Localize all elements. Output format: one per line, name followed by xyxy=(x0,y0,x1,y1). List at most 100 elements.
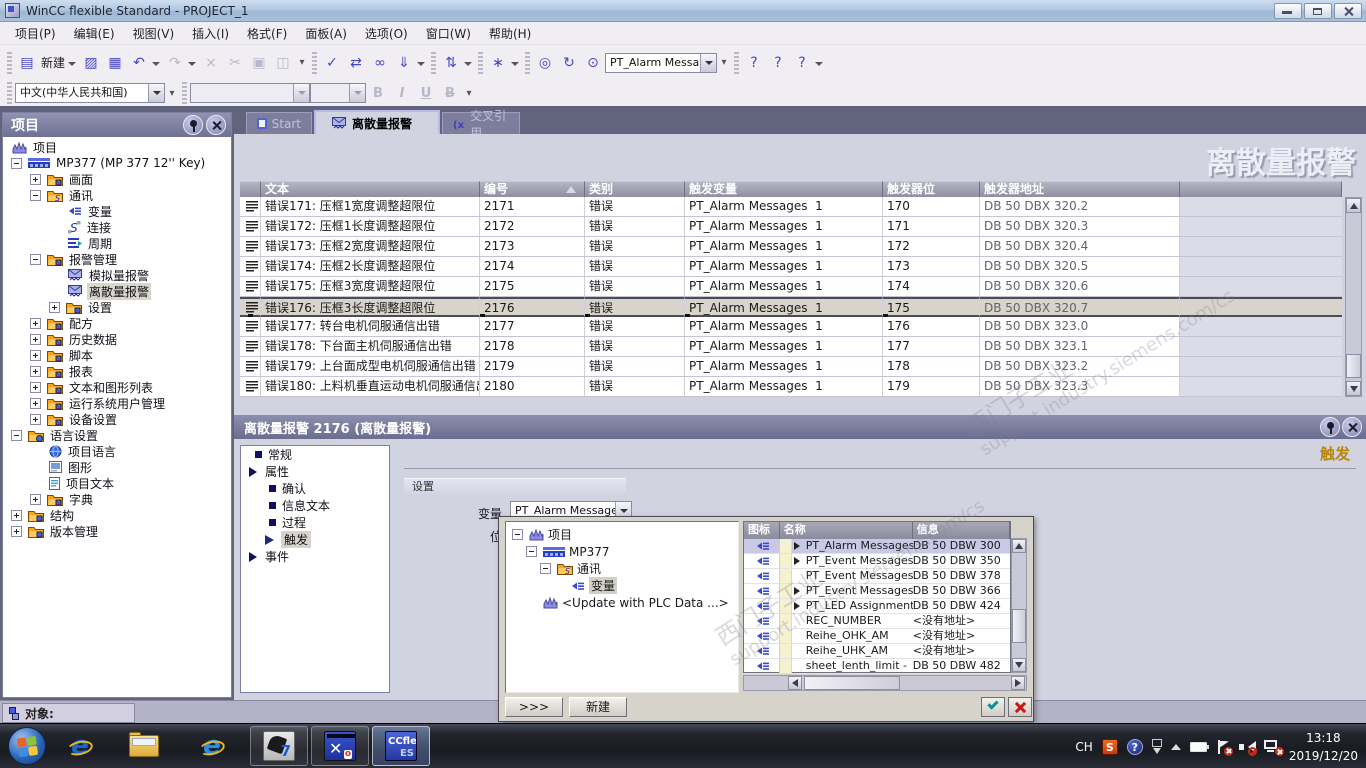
expand-icon[interactable] xyxy=(30,333,41,345)
tree-item-19[interactable]: 项目语言 xyxy=(3,443,231,459)
alarm-row-2174[interactable]: 错误174: 压框2长度调整超限位 2174 错误 PT_Alarm Messages… xyxy=(240,257,1342,277)
alarm-row-2171[interactable]: 错误171: 压框1宽度调整超限位 2171 错误 PT_Alarm Messages… xyxy=(240,197,1342,217)
properties-nav-0[interactable]: 常规 xyxy=(241,446,389,463)
strikethrough-button[interactable]: B xyxy=(440,86,460,101)
menu-item-4[interactable]: 格式(F) xyxy=(238,23,296,44)
picker-row-1[interactable]: PT_Event Messages 1DB 50 DBW 350 xyxy=(744,554,1010,569)
cut-button[interactable]: ✂ xyxy=(224,52,246,74)
underline-button[interactable]: U xyxy=(416,86,436,101)
undo-button[interactable]: ↶ xyxy=(128,52,150,74)
alarm-row-2175[interactable]: 错误175: 压框3宽度调整超限位 2175 错误 PT_Alarm Messages… xyxy=(240,277,1342,297)
object-tab[interactable]: 对象: xyxy=(2,703,135,723)
menu-item-7[interactable]: 窗口(W) xyxy=(417,23,480,44)
tree-item-23[interactable]: 结构 xyxy=(3,507,231,523)
column-header-blank[interactable] xyxy=(1180,181,1342,197)
redo-button[interactable]: ↷ xyxy=(164,52,186,74)
table-vertical-scrollbar[interactable] xyxy=(1345,197,1362,397)
menu-item-6[interactable]: 选项(O) xyxy=(356,23,417,44)
properties-nav-1[interactable]: 属性 xyxy=(241,463,389,480)
tree-item-6[interactable]: 周期 xyxy=(3,235,231,251)
tree-item-3[interactable]: S 通讯 xyxy=(3,187,231,203)
save-button[interactable]: ▦ xyxy=(104,52,126,74)
volume-muted-icon[interactable] xyxy=(1238,740,1257,756)
minimize-button[interactable] xyxy=(1274,3,1302,19)
scrollbar-thumb[interactable] xyxy=(1012,609,1026,643)
scroll-up-icon[interactable] xyxy=(1346,198,1361,213)
sort-button[interactable]: ⇅ xyxy=(440,52,462,74)
picker-row-8[interactable]: sheet_lenth_limit - DB 50 DBW 482 xyxy=(744,659,1010,674)
help-search-button[interactable]: ? xyxy=(791,52,813,74)
chevron-down-icon[interactable] xyxy=(511,61,520,70)
picker-hscrollbar[interactable] xyxy=(743,675,1027,691)
row-selector[interactable] xyxy=(240,337,261,357)
delete-button[interactable]: × xyxy=(200,52,222,74)
picker-column-header-图标[interactable]: 图标 xyxy=(744,522,780,539)
chevron-down-icon[interactable] xyxy=(68,61,77,70)
row-selector[interactable] xyxy=(240,237,261,257)
italic-button[interactable]: I xyxy=(392,86,412,101)
combo-caret[interactable]: ▾ xyxy=(718,52,730,74)
picker-column-header-信息[interactable]: 信息 xyxy=(912,522,1010,539)
menu-item-3[interactable]: 插入(I) xyxy=(183,23,238,44)
start-button[interactable] xyxy=(8,727,46,765)
picker-tree-item-3[interactable]: 变量 xyxy=(506,577,738,594)
toolbar-overflow-caret[interactable]: ▾ xyxy=(296,52,308,74)
tab-start[interactable]: Start xyxy=(246,112,312,134)
clock[interactable]: 13:18 2019/12/20 xyxy=(1289,729,1358,765)
menu-item-0[interactable]: 项目(P) xyxy=(6,23,65,44)
properties-pin-icon[interactable] xyxy=(1320,417,1340,437)
expand-icon[interactable] xyxy=(30,493,41,505)
chevron-down-icon[interactable] xyxy=(152,61,161,70)
taskbar-ie-classic-icon[interactable]: e xyxy=(64,731,96,761)
picker-row-7[interactable]: Reihe_UHK_AM <没有地址> xyxy=(744,644,1010,659)
alarm-row-2173[interactable]: 错误173: 压框2宽度调整超限位 2173 错误 PT_Alarm Messages… xyxy=(240,237,1342,257)
taskbar-explorer-icon[interactable] xyxy=(128,731,160,761)
tree-item-5[interactable]: S 连接 xyxy=(3,219,231,235)
bold-button[interactable]: B xyxy=(368,86,388,101)
taskbar-simatic-manager-button[interactable]: 7 xyxy=(250,726,308,766)
tree-item-2[interactable]: 画面 xyxy=(3,171,231,187)
siemens-tray-icon[interactable]: S xyxy=(1101,738,1118,755)
help-tray-icon[interactable]: ? xyxy=(1126,738,1143,755)
expand-icon[interactable] xyxy=(11,525,22,537)
picker-row-2[interactable]: PT_Event Messages 2DB 50 DBW 378 xyxy=(744,569,1010,584)
column-header-触发器位[interactable]: 触发器位 xyxy=(883,181,980,197)
chevron-down-icon[interactable] xyxy=(417,61,426,70)
restore-button[interactable] xyxy=(1304,3,1332,19)
battery-icon[interactable] xyxy=(1189,741,1209,752)
action-center-icon[interactable] xyxy=(1216,739,1233,756)
expand-icon[interactable] xyxy=(30,317,41,329)
collapse-icon[interactable] xyxy=(512,529,523,540)
tree-item-20[interactable]: 图形 xyxy=(3,459,231,475)
collapse-icon[interactable] xyxy=(30,253,41,265)
tree-item-7[interactable]: 报警管理 xyxy=(3,251,231,267)
sidebar-close-icon[interactable] xyxy=(206,115,226,135)
expand-icon[interactable] xyxy=(49,301,60,313)
more-button[interactable]: >>> xyxy=(505,697,563,717)
taskbar-wincc-flexible-button[interactable]: CCfle ES xyxy=(372,726,430,766)
font-size-combo[interactable] xyxy=(310,83,366,103)
tree-item-17[interactable]: 设备设置 xyxy=(3,411,231,427)
expand-icon[interactable] xyxy=(11,509,22,521)
taskbar-ie-icon[interactable]: e xyxy=(196,731,228,761)
properties-nav-5[interactable]: 触发 xyxy=(241,531,389,548)
picker-row-0[interactable]: PT_Alarm Messages 1DB 50 DBW 300 xyxy=(744,539,1010,554)
rebuild-button[interactable]: ↻ xyxy=(558,52,580,74)
alarm-row-2178[interactable]: 错误178: 下台面主机伺服通信出错 2178 错误 PT_Alarm Message… xyxy=(240,337,1342,357)
check-consistency-button[interactable]: ✓ xyxy=(321,52,343,74)
tree-item-10[interactable]: 设置 xyxy=(3,299,231,315)
scroll-up-icon[interactable] xyxy=(1012,539,1026,553)
chevron-down-icon[interactable] xyxy=(349,84,365,102)
find-next-button[interactable]: ⊙ xyxy=(582,52,604,74)
menu-item-2[interactable]: 视图(V) xyxy=(124,23,184,44)
scroll-left-icon[interactable] xyxy=(788,676,802,690)
tree-item-16[interactable]: 运行系统用户管理 xyxy=(3,395,231,411)
expand-icon[interactable] xyxy=(30,365,41,377)
expand-icon[interactable] xyxy=(30,397,41,409)
properties-nav-3[interactable]: 信息文本 xyxy=(241,497,389,514)
chevron-down-icon[interactable] xyxy=(148,84,164,102)
language-combo[interactable]: 中文(中华人民共和国) xyxy=(15,83,165,103)
format-caret[interactable]: ▾ xyxy=(463,82,475,104)
accept-button[interactable] xyxy=(981,697,1005,717)
collapse-icon[interactable] xyxy=(540,563,551,574)
